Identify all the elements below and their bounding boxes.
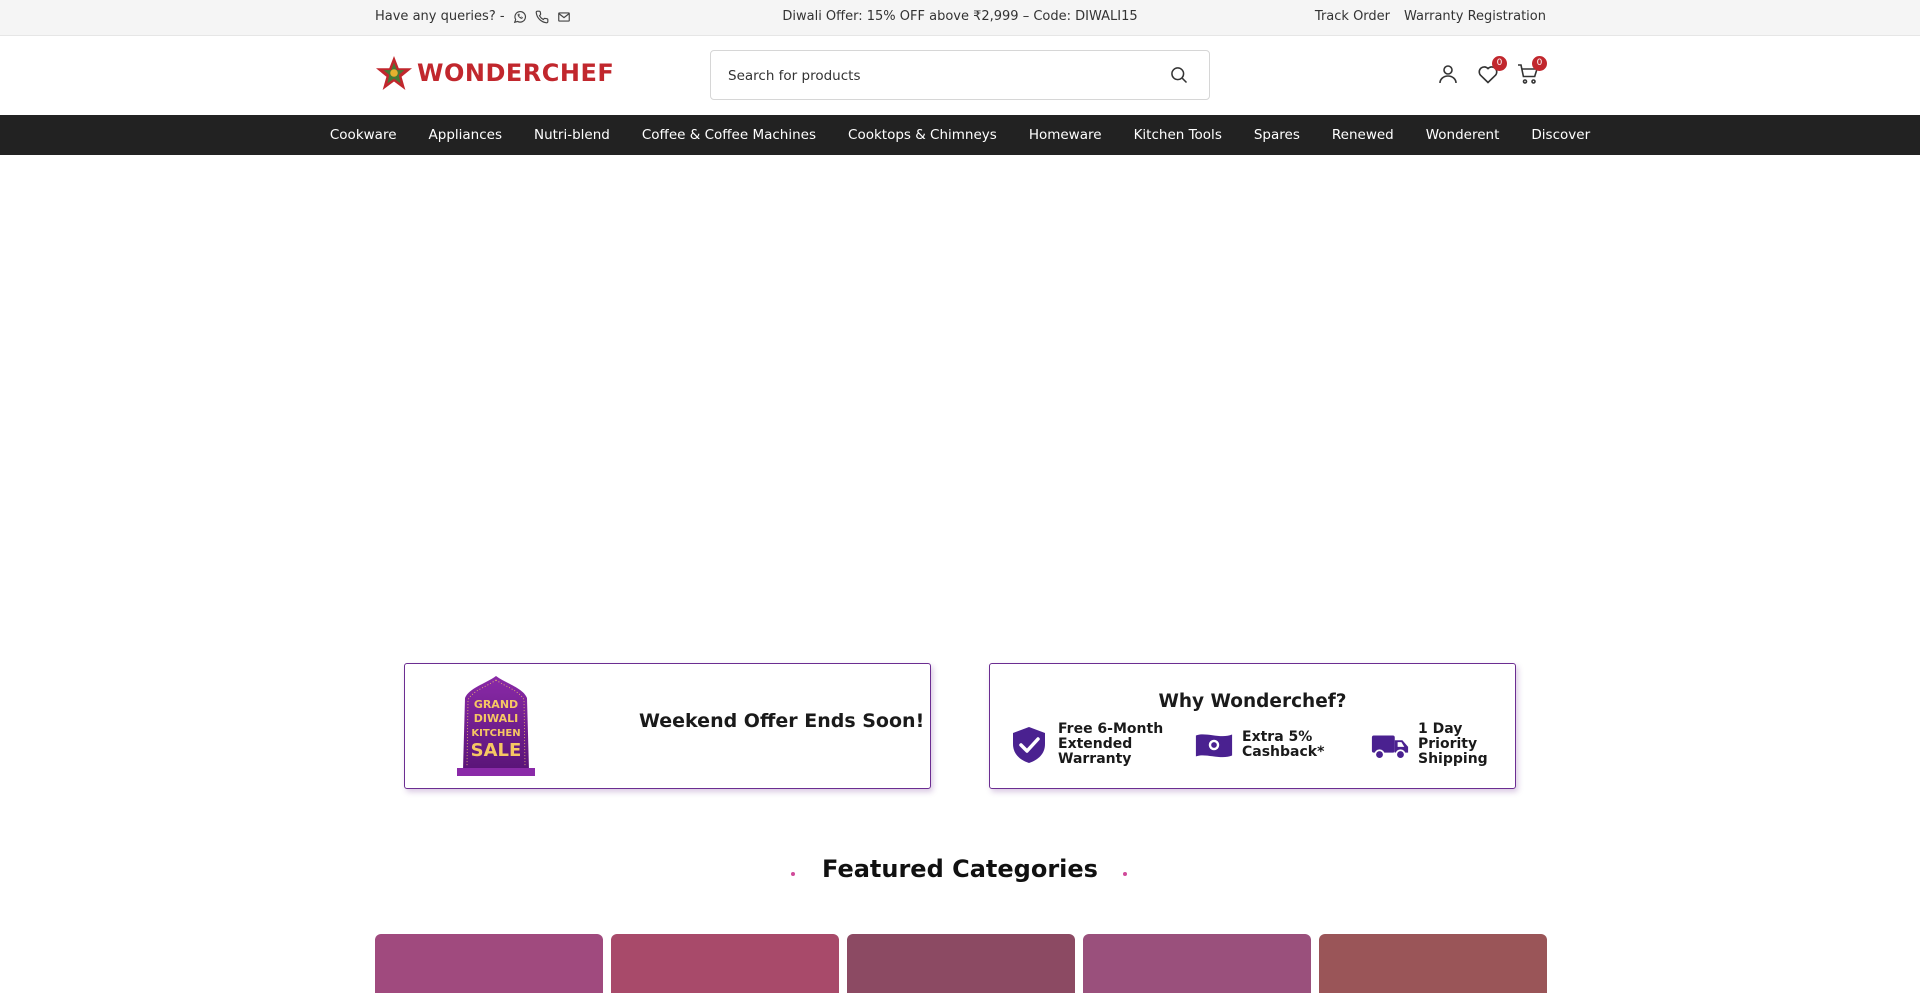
track-order-link[interactable]: Track Order xyxy=(1315,9,1390,24)
header-actions: 0 0 xyxy=(1436,56,1547,86)
feature-cashback-text: Extra 5% Cashback* xyxy=(1242,728,1325,760)
nav-item-nutri-blend[interactable]: Nutri-blend xyxy=(534,127,610,143)
search-box xyxy=(710,50,1210,100)
svg-text:GRAND: GRAND xyxy=(474,698,518,711)
category-tile[interactable] xyxy=(611,934,839,993)
feature-warranty-text: Free 6-Month Extended Warranty xyxy=(1058,721,1164,767)
weekend-offer-title: Weekend Offer Ends Soon! xyxy=(639,710,925,732)
features-list: Free 6-Month Extended Warranty Extra 5% … xyxy=(1010,722,1518,767)
feature-cashback: Extra 5% Cashback* xyxy=(1194,722,1352,767)
category-tiles xyxy=(375,934,1547,993)
nav-item-coffee-machines[interactable]: Coffee & Coffee Machines xyxy=(642,127,816,143)
svg-text:SALE: SALE xyxy=(471,740,522,761)
wishlist-count-badge: 0 xyxy=(1492,56,1507,71)
topbar-links: Track Order Warranty Registration xyxy=(1315,9,1546,24)
main-navigation: Cookware Appliances Nutri-blend Coffee &… xyxy=(0,115,1920,155)
account-icon[interactable] xyxy=(1436,62,1460,86)
nav-item-spares[interactable]: Spares xyxy=(1254,127,1300,143)
category-tile[interactable] xyxy=(1319,934,1547,993)
feature-warranty: Free 6-Month Extended Warranty xyxy=(1010,722,1198,767)
weekend-offer-card[interactable]: GRAND DIWALI KITCHEN SALE Weekend Offer … xyxy=(404,663,931,789)
search-input[interactable] xyxy=(728,65,1148,87)
nav-item-renewed[interactable]: Renewed xyxy=(1332,127,1394,143)
hero-banner-area xyxy=(0,155,1920,655)
grand-diwali-sale-badge: GRAND DIWALI KITCHEN SALE xyxy=(457,676,535,776)
announcement-bar: Have any queries? - Diwali Offer: 15% OF… xyxy=(0,0,1920,36)
cash-icon xyxy=(1194,725,1234,765)
search-icon[interactable] xyxy=(1169,65,1189,85)
category-tile[interactable] xyxy=(1083,934,1311,993)
feature-shipping: 1 Day Priority Shipping xyxy=(1370,722,1518,767)
svg-text:DIWALI: DIWALI xyxy=(474,712,518,725)
nav-item-appliances[interactable]: Appliances xyxy=(429,127,502,143)
offer-announcement: Diwali Offer: 15% OFF above ₹2,999 – Cod… xyxy=(782,9,1138,24)
brand-logo[interactable]: WONDERCHEF xyxy=(375,55,614,91)
category-tile[interactable] xyxy=(847,934,1075,993)
star-logo-icon xyxy=(376,55,412,91)
why-wonderchef-title: Why Wonderchef? xyxy=(1158,691,1347,712)
warranty-registration-link[interactable]: Warranty Registration xyxy=(1404,9,1546,24)
svg-text:KITCHEN: KITCHEN xyxy=(471,728,520,739)
featured-categories-title: Featured Categories xyxy=(822,855,1098,883)
nav-item-cooktops-chimneys[interactable]: Cooktops & Chimneys xyxy=(848,127,997,143)
brand-wordmark: WONDERCHEF xyxy=(417,59,615,87)
cart-count-badge: 0 xyxy=(1532,56,1547,71)
nav-item-homeware[interactable]: Homeware xyxy=(1029,127,1102,143)
category-tile[interactable] xyxy=(375,934,603,993)
nav-item-wonderent[interactable]: Wonderent xyxy=(1426,127,1500,143)
wishlist-icon[interactable]: 0 xyxy=(1476,56,1507,86)
shield-check-icon xyxy=(1010,725,1050,765)
site-header: WONDERCHEF 0 0 xyxy=(0,36,1920,115)
decorative-dot-right xyxy=(1123,872,1127,876)
why-wonderchef-card: Why Wonderchef? Free 6-Month Extended Wa… xyxy=(989,663,1516,789)
nav-item-kitchen-tools[interactable]: Kitchen Tools xyxy=(1134,127,1222,143)
nav-item-discover[interactable]: Discover xyxy=(1531,127,1590,143)
nav-item-cookware[interactable]: Cookware xyxy=(330,127,397,143)
truck-icon xyxy=(1370,725,1410,765)
feature-shipping-text: 1 Day Priority Shipping xyxy=(1418,721,1488,767)
cart-icon[interactable]: 0 xyxy=(1516,56,1547,86)
